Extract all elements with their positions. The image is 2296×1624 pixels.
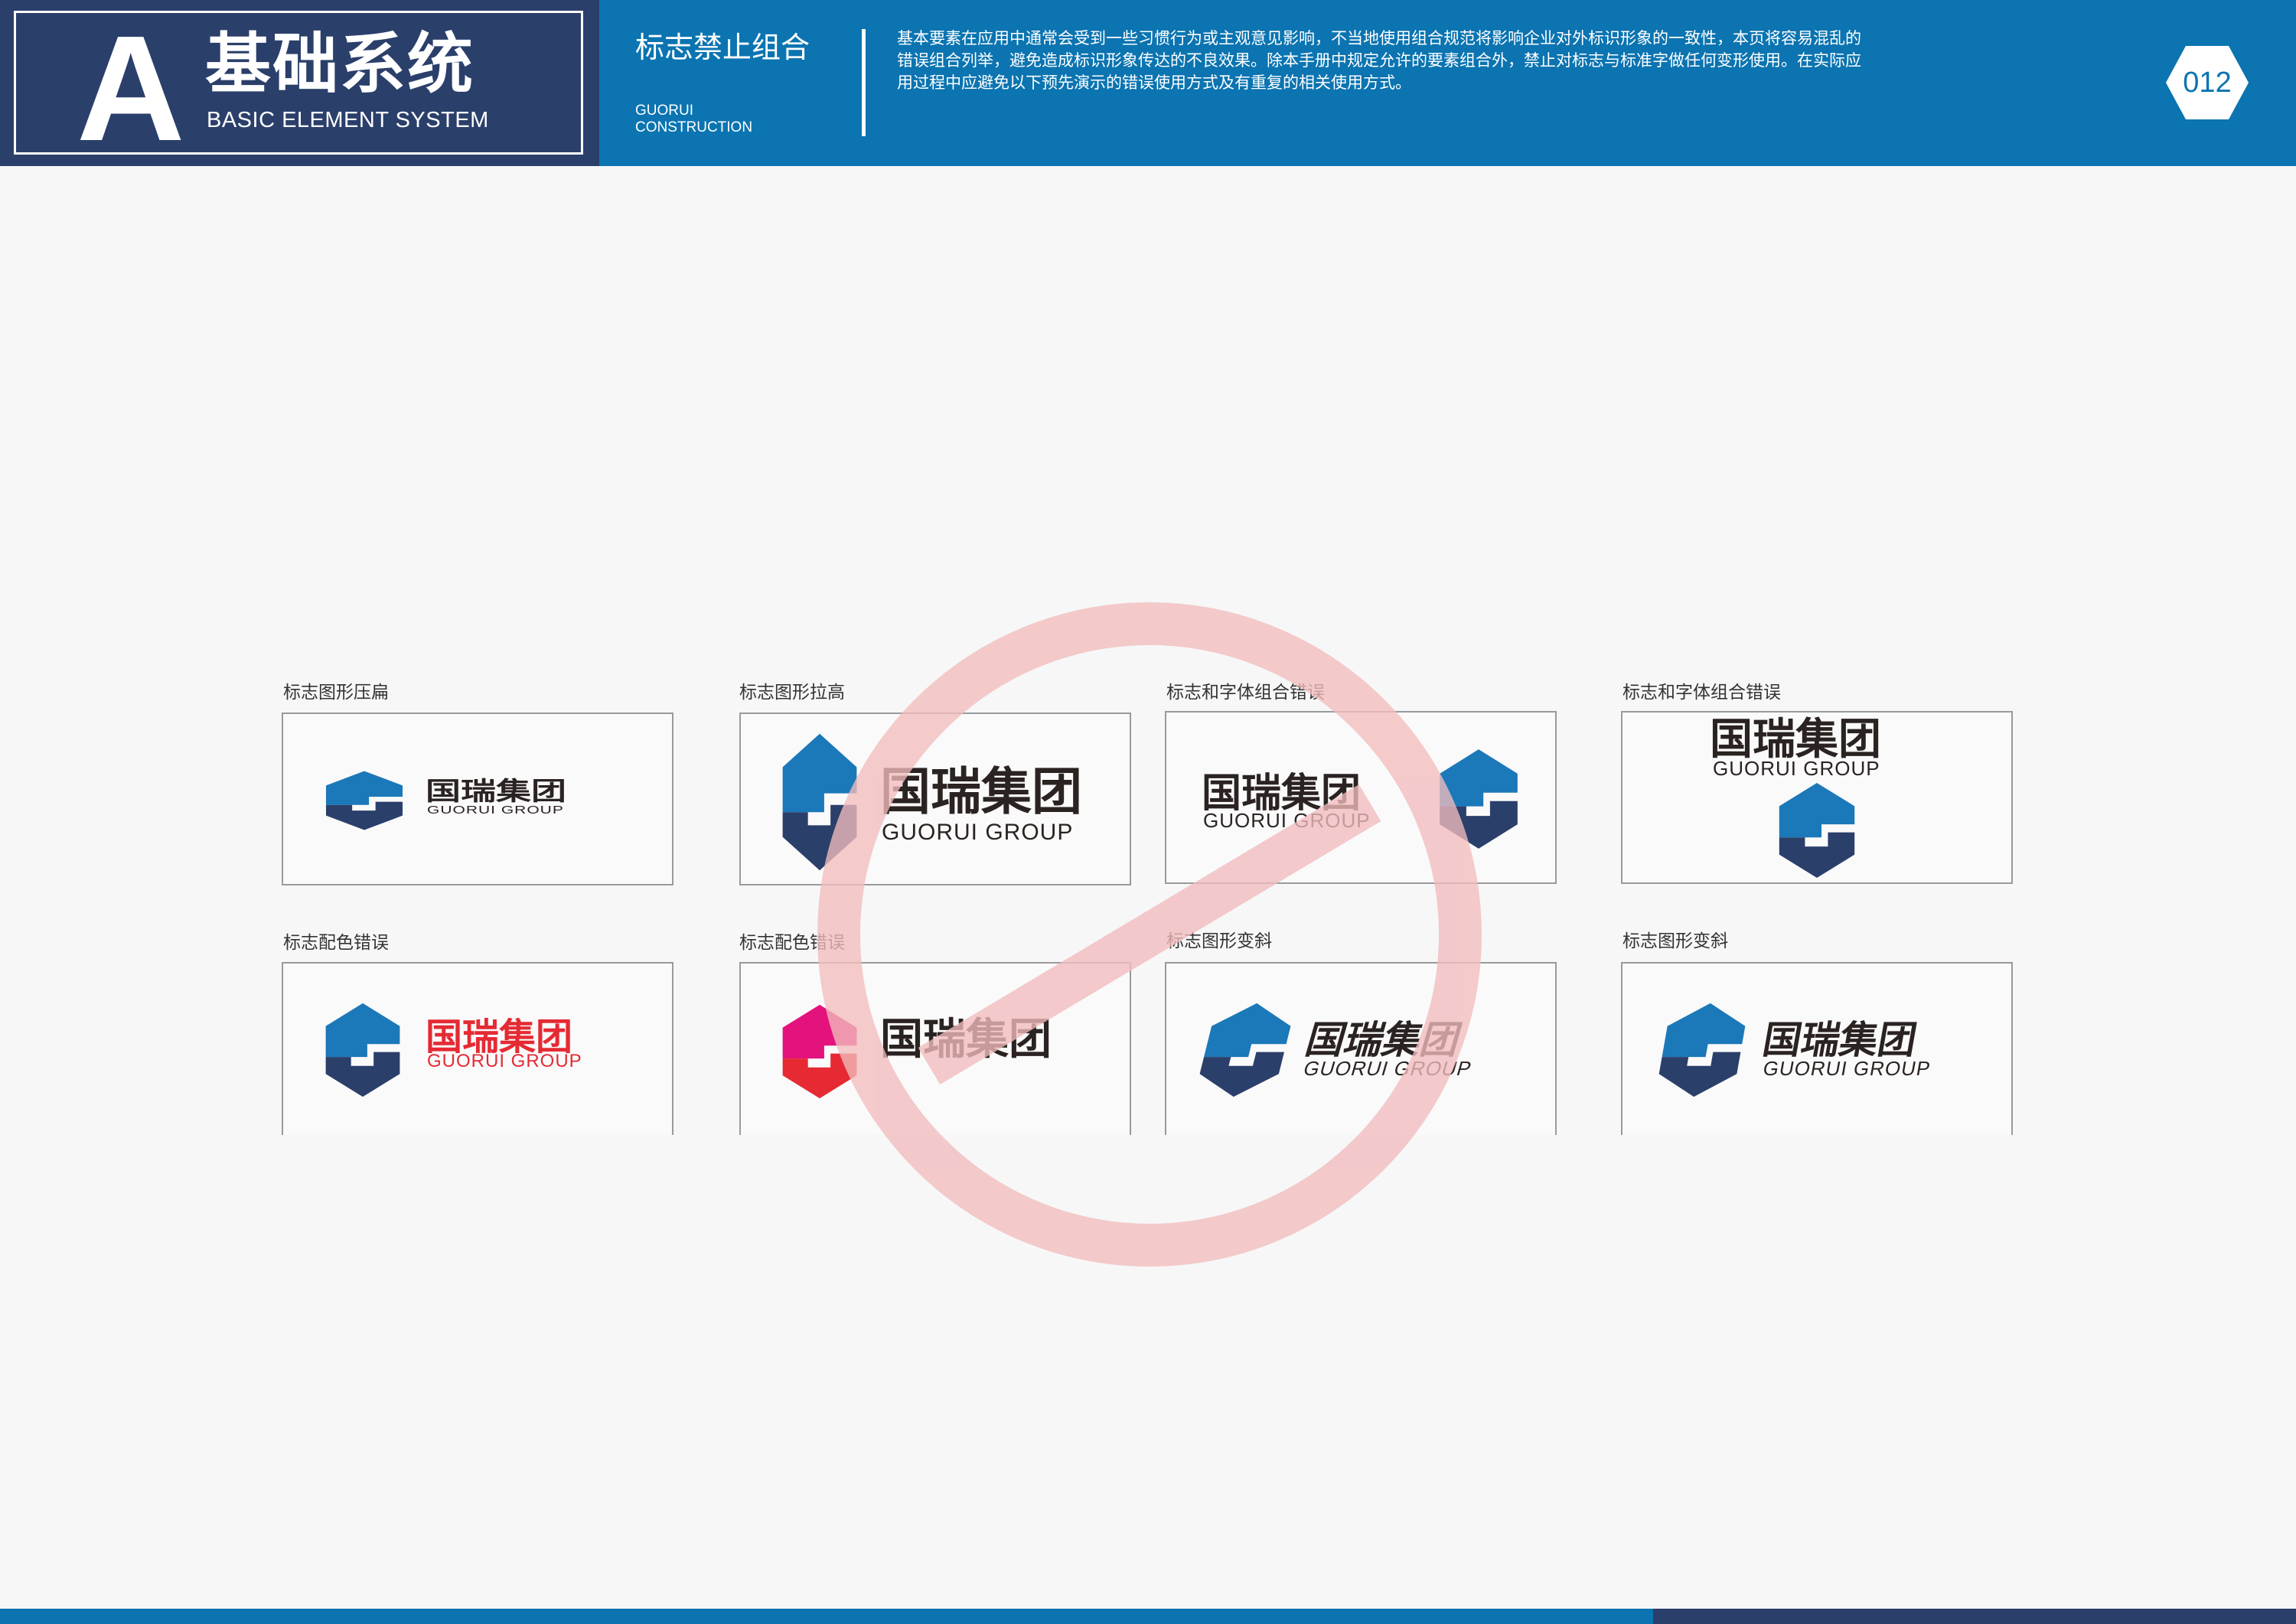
example-card-wrong-combo-2: 国瑞集团 GUORUI GROUP bbox=[1621, 711, 2013, 884]
hexagon-g-logo-icon bbox=[1440, 749, 1518, 849]
logo-cn-text: 国瑞集团 bbox=[1300, 1018, 1467, 1062]
example-card-wrong-color-1: 国瑞集团 GUORUI GROUP bbox=[282, 962, 673, 1135]
example-card-stretched: 国瑞集团 GUORUI GROUP bbox=[739, 713, 1131, 885]
logo-en-text: GUORUI GROUP bbox=[882, 820, 1074, 845]
hexagon-g-logo-icon bbox=[1658, 1003, 1746, 1097]
logo-en-text: GUORUI GROUP bbox=[1300, 1057, 1475, 1080]
example-label: 标志图形变斜 bbox=[1623, 931, 1728, 951]
example-card-wrong-combo-1: 国瑞集团 GUORUI GROUP bbox=[1165, 711, 1557, 884]
example-label: 标志配色错误 bbox=[283, 933, 389, 953]
logo-cn-text: 国瑞集团 bbox=[426, 775, 566, 806]
footer-bar-blue bbox=[0, 1609, 1653, 1624]
section-en-line-1: GUORUI bbox=[635, 103, 693, 119]
example-card-skewed-2: 国瑞集团 GUORUI GROUP bbox=[1621, 962, 2013, 1135]
page-number: 012 bbox=[2183, 67, 2232, 99]
header-divider bbox=[862, 29, 866, 136]
section-en-line-2: CONSTRUCTION bbox=[635, 119, 753, 135]
logo-en-text: GUORUI GROUP bbox=[1203, 809, 1371, 832]
hexagon-g-logo-icon bbox=[325, 771, 403, 830]
example-card-wrong-color-2: 国瑞集团 bbox=[739, 962, 1131, 1135]
logo-en-text: GUORUI GROUP bbox=[427, 1051, 582, 1071]
example-label: 标志图形变斜 bbox=[1166, 931, 1272, 951]
logo-en-text: GUORUI GROUP bbox=[1713, 757, 1880, 780]
example-label: 标志图形压扁 bbox=[283, 683, 389, 703]
logo-cn-text: 国瑞集团 bbox=[880, 1015, 1052, 1065]
section-description: 基本要素在应用中通常会受到一些习惯行为或主观意见影响，不当地使用组合规范将影响企… bbox=[897, 29, 1861, 92]
logo-cn-text: 国瑞集团 bbox=[880, 762, 1082, 821]
hexagon-g-logo-icon bbox=[782, 1004, 857, 1099]
hexagon-g-logo-icon bbox=[1199, 1003, 1291, 1097]
page-subtitle: BASIC ELEMENT SYSTEM bbox=[207, 108, 489, 132]
logo-en-text: GUORUI GROUP bbox=[1761, 1057, 1933, 1080]
footer-bar-navy bbox=[1653, 1609, 2296, 1624]
page-title: 基础系统 bbox=[205, 26, 475, 103]
section-title: 标志禁止组合 bbox=[635, 31, 810, 64]
hexagon-g-logo-icon bbox=[782, 733, 857, 871]
page-number-badge: 012 bbox=[2164, 44, 2250, 121]
logo-en-text: GUORUI GROUP bbox=[427, 804, 564, 817]
logo-cn-text: 国瑞集团 bbox=[1759, 1018, 1921, 1062]
example-label: 标志和字体组合错误 bbox=[1166, 683, 1325, 703]
hexagon-g-logo-icon bbox=[1779, 782, 1855, 879]
example-label: 标志配色错误 bbox=[739, 933, 845, 953]
example-label: 标志图形拉高 bbox=[739, 683, 845, 703]
example-label: 标志和字体组合错误 bbox=[1623, 683, 1781, 703]
section-letter: A bbox=[77, 5, 185, 172]
hexagon-g-logo-icon bbox=[325, 1003, 400, 1097]
example-card-squashed: 国瑞集团 GUORUI GROUP bbox=[282, 713, 673, 885]
example-card-skewed-1: 国瑞集团 GUORUI GROUP bbox=[1165, 962, 1557, 1135]
